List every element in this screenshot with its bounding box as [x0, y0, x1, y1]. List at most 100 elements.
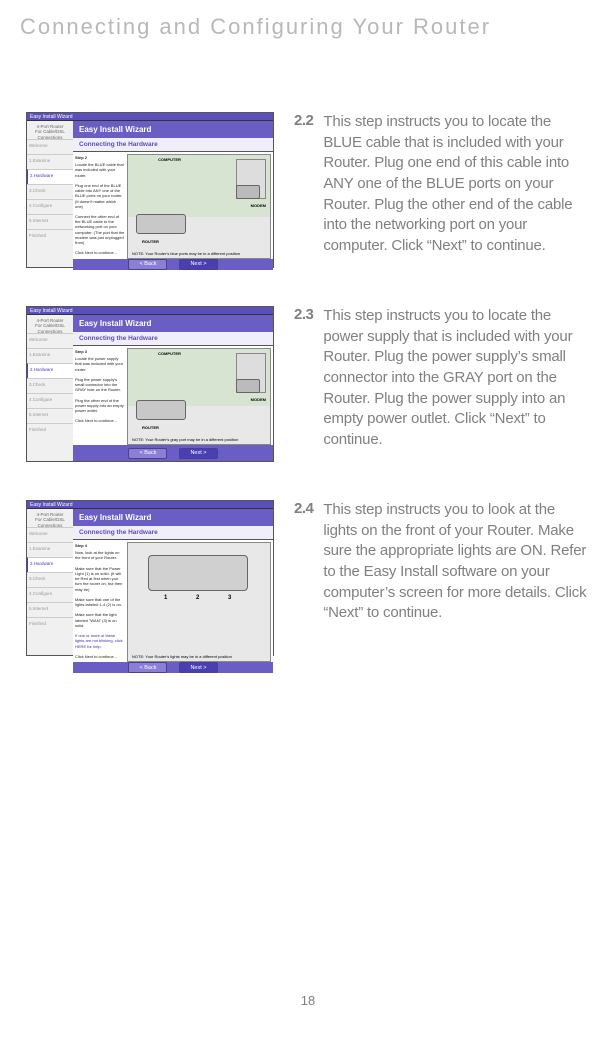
- label-router: ROUTER: [142, 239, 159, 244]
- page-title: Connecting and Configuring Your Router: [0, 0, 616, 40]
- instr-p2: Plug the power supply's small connector …: [75, 377, 125, 393]
- instruction-text: Step 4 Now, look at the lights on the fr…: [73, 540, 127, 662]
- wizard-main: Easy Install Wizard Connecting the Hardw…: [73, 121, 273, 267]
- screenshot-step2: Easy Install Wizard 4-Port Router For Ca…: [26, 112, 274, 268]
- instr-p4: Click Next to continue...: [75, 418, 125, 423]
- light-2: 2: [196, 595, 199, 601]
- instr-p4: Make sure that the light labeled "WAN" (…: [75, 612, 125, 628]
- nav-internet[interactable]: 5.Internet: [27, 408, 73, 423]
- step-text-22: 2.2 This step instructs you to locate th…: [274, 112, 592, 257]
- wizard-content: Step 4 Now, look at the lights on the fr…: [73, 539, 273, 662]
- wizard-footer: < Back Next >: [73, 445, 273, 461]
- step-label: Step 2: [75, 155, 125, 160]
- label-router: ROUTER: [142, 425, 159, 430]
- note-text: NOTE: Your Router's gray port may be in …: [132, 437, 238, 442]
- sidebar-logo: 4-Port Router For Cable/DSL Connections: [27, 315, 73, 333]
- nav-welcome[interactable]: Welcome: [27, 333, 73, 348]
- nav-hardware[interactable]: 2.Hardware: [27, 169, 73, 184]
- content-area: Easy Install Wizard 4-Port Router For Ca…: [0, 40, 616, 656]
- nav-internet[interactable]: 5.Internet: [27, 214, 73, 229]
- wizard-main: Easy Install Wizard Connecting the Hardw…: [73, 509, 273, 655]
- step-description: This step instructs you to look at the l…: [323, 500, 592, 624]
- back-button[interactable]: < Back: [128, 662, 167, 673]
- nav-examine[interactable]: 1.Examine: [27, 348, 73, 363]
- nav-configure[interactable]: 4.Configure: [27, 199, 73, 214]
- wizard-content: Step 2 Locate the BLUE cable that was in…: [73, 151, 273, 259]
- instr-p1: Locate the BLUE cable that was included …: [75, 162, 125, 178]
- hardware-illustration: COMPUTER MODEM ROUTER NOTE: Your Router'…: [127, 154, 271, 259]
- back-button[interactable]: < Back: [128, 259, 167, 270]
- next-button[interactable]: Next >: [179, 448, 217, 459]
- wizard-subtitle: Connecting the Hardware: [73, 332, 273, 345]
- step-label: Step 4: [75, 543, 125, 548]
- step-text-24: 2.4 This step instructs you to look at t…: [274, 500, 592, 624]
- step-text-23: 2.3 This step instructs you to locate th…: [274, 306, 592, 451]
- next-button[interactable]: Next >: [179, 259, 217, 270]
- window-titlebar: Easy Install Wizard: [27, 307, 273, 315]
- screenshot-step3: Easy Install Wizard 4-Port Router For Ca…: [26, 306, 274, 462]
- nav-welcome[interactable]: Welcome: [27, 139, 73, 154]
- instruction-text: Step 2 Locate the BLUE cable that was in…: [73, 152, 127, 259]
- step-number: 2.3: [294, 306, 313, 323]
- nav-configure[interactable]: 4.Configure: [27, 393, 73, 408]
- instr-p1: Locate the power supply that was include…: [75, 356, 125, 372]
- nav-check[interactable]: 3.Check: [27, 378, 73, 393]
- back-button[interactable]: < Back: [128, 448, 167, 459]
- nav-configure[interactable]: 4.Configure: [27, 587, 73, 602]
- router-icon: [136, 400, 186, 420]
- nav-hardware[interactable]: 2.Hardware: [27, 363, 73, 378]
- nav-finished[interactable]: Finished: [27, 423, 73, 438]
- nav-welcome[interactable]: Welcome: [27, 527, 73, 542]
- wizard-sidebar: 4-Port Router For Cable/DSL Connections …: [27, 121, 73, 267]
- step-number: 2.2: [294, 112, 313, 129]
- nav-check[interactable]: 3.Check: [27, 572, 73, 587]
- wizard-subtitle: Connecting the Hardware: [73, 526, 273, 539]
- step-label: Step 3: [75, 349, 125, 354]
- screenshot-step4: Easy Install Wizard 4-Port Router For Ca…: [26, 500, 274, 656]
- instr-p2: Make sure that the Power Light (1) is on…: [75, 566, 125, 592]
- next-button[interactable]: Next >: [179, 662, 217, 673]
- wizard-subtitle: Connecting the Hardware: [73, 138, 273, 151]
- instr-p3: Plug the other end of the power supply i…: [75, 398, 125, 414]
- nav-internet[interactable]: 5.Internet: [27, 602, 73, 617]
- wizard-title: Easy Install Wizard: [73, 509, 273, 526]
- modem-icon: [236, 379, 260, 393]
- instruction-text: Step 3 Locate the power supply that was …: [73, 346, 127, 445]
- nav-finished[interactable]: Finished: [27, 617, 73, 632]
- note-text: NOTE: Your Router's blue ports may be in…: [132, 251, 240, 256]
- wizard-main: Easy Install Wizard Connecting the Hardw…: [73, 315, 273, 461]
- label-computer: COMPUTER: [158, 351, 181, 356]
- sidebar-logo: 4-Port Router For Cable/DSL Connections: [27, 509, 73, 527]
- instr-p6: Click Next to continue...: [75, 654, 125, 659]
- wizard-title: Easy Install Wizard: [73, 121, 273, 138]
- light-3: 3: [228, 595, 231, 601]
- router-front-icon: [148, 555, 248, 591]
- wizard-footer: < Back Next >: [73, 259, 273, 270]
- instr-p3: Connect the other end of the BLUE cable …: [75, 214, 125, 245]
- nav-examine[interactable]: 1.Examine: [27, 542, 73, 557]
- step-description: This step instructs you to locate the po…: [323, 306, 592, 451]
- wizard-footer: < Back Next >: [73, 662, 273, 673]
- instr-p3: Make sure that one of the lights labeled…: [75, 597, 125, 607]
- page-number: 18: [301, 993, 315, 1008]
- instr-p4: Click Next to continue...: [75, 250, 125, 255]
- help-link[interactable]: If one or more of these lights are not b…: [75, 633, 125, 649]
- step-row-22: Easy Install Wizard 4-Port Router For Ca…: [26, 112, 592, 268]
- instr-p2: Plug one end of the BLUE cable into ANY …: [75, 183, 125, 209]
- light-1: 1: [164, 595, 167, 601]
- modem-icon: [236, 185, 260, 199]
- window-titlebar: Easy Install Wizard: [27, 501, 273, 509]
- nav-hardware[interactable]: 2.Hardware: [27, 557, 73, 572]
- nav-check[interactable]: 3.Check: [27, 184, 73, 199]
- note-text: NOTE: Your Router's lights may be in a d…: [132, 654, 232, 659]
- nav-examine[interactable]: 1.Examine: [27, 154, 73, 169]
- instr-p1: Now, look at the lights on the front of …: [75, 550, 125, 560]
- lights-illustration: 1 2 3 NOTE: Your Router's lights may be …: [127, 542, 271, 662]
- nav-finished[interactable]: Finished: [27, 229, 73, 244]
- wizard-content: Step 3 Locate the power supply that was …: [73, 345, 273, 445]
- window-titlebar: Easy Install Wizard: [27, 113, 273, 121]
- router-icon: [136, 214, 186, 234]
- wizard-sidebar: 4-Port Router For Cable/DSL Connections …: [27, 509, 73, 655]
- step-row-24: Easy Install Wizard 4-Port Router For Ca…: [26, 500, 592, 656]
- hardware-illustration: COMPUTER MODEM ROUTER NOTE: Your Router'…: [127, 348, 271, 445]
